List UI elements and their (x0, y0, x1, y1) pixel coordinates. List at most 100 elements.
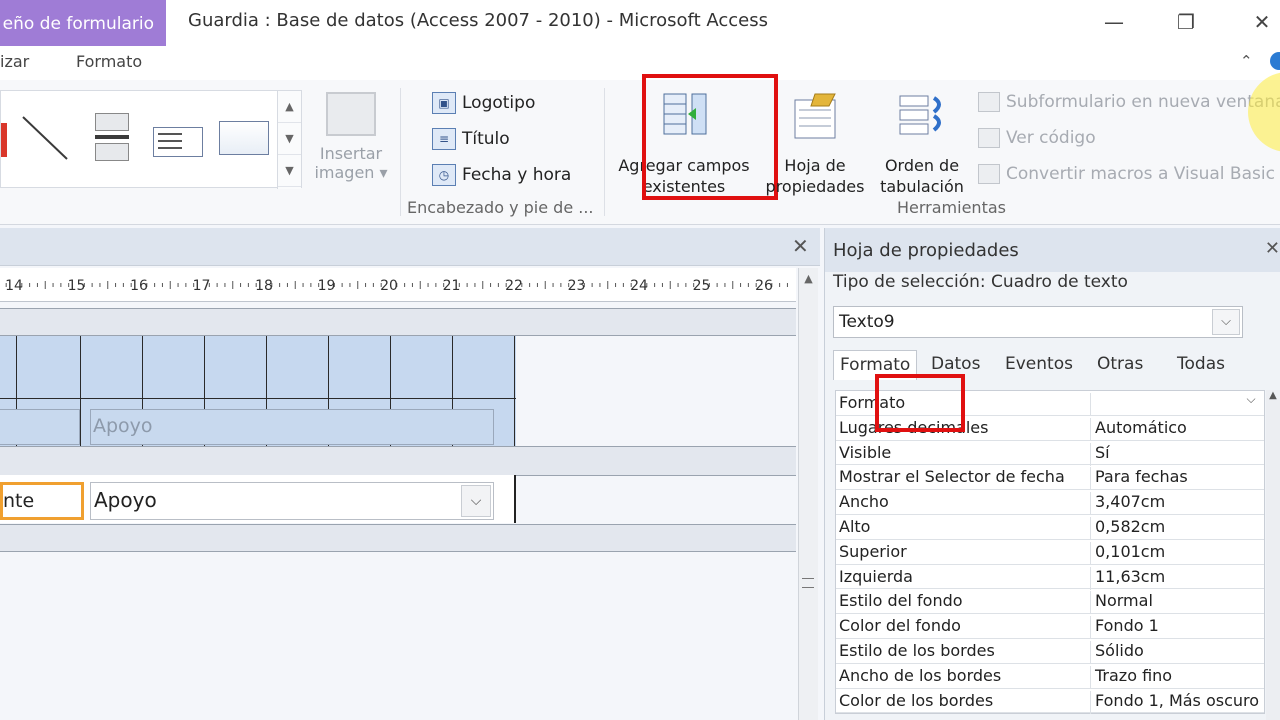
tab-order-button[interactable]: Orden de tabulación (874, 90, 970, 197)
prop-value[interactable]: Sí (1090, 442, 1266, 466)
view-code-label: Ver código (1006, 128, 1096, 148)
title-bar: eño de formulario Guardia : Base de dato… (0, 0, 1280, 46)
prop-key: Izquierda (839, 566, 913, 586)
ribbon-tabs: izar Formato ⌃ (0, 46, 1280, 80)
close-designer-icon[interactable]: ✕ (792, 234, 809, 258)
prop-key: Estilo de los bordes (839, 640, 995, 660)
designer-vertical-scrollbar[interactable]: ▲ (798, 268, 818, 720)
ruler-label: 22 (505, 278, 523, 294)
grid-line (0, 398, 516, 399)
highlight-formato (875, 374, 965, 432)
object-selector[interactable]: Texto9 ⌵ (833, 306, 1243, 338)
minimize-icon[interactable]: — (1094, 8, 1134, 36)
prop-key: Ancho (839, 492, 889, 512)
convert-macros-label: Convertir macros a Visual Basic (1006, 164, 1275, 184)
property-sheet-scrollbar[interactable]: ▲ (1266, 390, 1280, 720)
ribbon-tab-organizar[interactable]: izar (0, 52, 29, 71)
convert-macros-icon (978, 164, 1000, 184)
prop-value[interactable]: 0,582cm (1090, 516, 1266, 540)
prop-key: Color del fondo (839, 616, 961, 636)
ribbon-tab-formato[interactable]: Formato (76, 52, 142, 71)
header-label-left[interactable] (0, 409, 80, 445)
horizontal-ruler: 14 15 16 17 18 19 20 21 22 23 24 25 26 (0, 268, 796, 302)
header-label-apoyo[interactable]: Apoyo (90, 409, 494, 445)
insert-image-button[interactable]: Insertar imagen ▾ (312, 92, 390, 202)
prop-row-ancho[interactable]: Ancho 3,407cm (836, 490, 1266, 516)
control-shape-icon[interactable] (1, 123, 7, 157)
tab-todas[interactable]: Todas (1177, 350, 1225, 380)
line-control-icon[interactable] (19, 113, 73, 163)
prop-row-estilo-fondo[interactable]: Estilo del fondo Normal (836, 589, 1266, 615)
prop-key: Color de los bordes (839, 690, 994, 710)
tab-order-label-1: Orden de (884, 156, 960, 175)
view-code-icon (978, 128, 1000, 148)
prop-value[interactable]: Trazo fino (1090, 665, 1266, 689)
gallery-up-icon[interactable]: ▲ (278, 91, 301, 123)
prop-row-ancho-bordes[interactable]: Ancho de los bordes Trazo fino (836, 664, 1264, 689)
prop-row-selector-fecha[interactable]: Mostrar el Selector de fecha Para fechas (836, 465, 1266, 491)
prop-row-color-fondo[interactable]: Color del fondo Fondo 1 (836, 614, 1266, 640)
close-icon[interactable]: ✕ (1242, 8, 1280, 36)
tab-otras[interactable]: Otras (1097, 350, 1143, 380)
prop-value[interactable]: Fondo 1 (1090, 616, 1266, 640)
detail-section-bar[interactable] (0, 446, 796, 476)
logo-icon: ▣ (432, 92, 456, 114)
prop-row-color-bordes[interactable]: Color de los bordes Fondo 1, Más oscuro (836, 689, 1264, 714)
designer-tab-strip: ✕ (0, 228, 820, 266)
chevron-down-icon[interactable]: ⌵ (461, 485, 491, 517)
context-tab-form-design[interactable]: eño de formulario (0, 0, 166, 46)
prop-row-visible[interactable]: Visible Sí (836, 441, 1264, 466)
property-sheet-label-2: propiedades (765, 177, 865, 196)
tab-order-label-2: tabulación (880, 177, 964, 196)
prop-value[interactable]: Normal (1090, 591, 1266, 615)
list-box-control-icon[interactable] (153, 127, 203, 157)
close-property-sheet-icon[interactable]: ✕ (1265, 238, 1280, 259)
scroll-up-icon[interactable]: ▲ (1266, 390, 1280, 401)
title-label: Título (462, 129, 510, 149)
date-time-button[interactable]: ◷ Fecha y hora (432, 164, 571, 186)
ruler-label: 15 (68, 278, 86, 294)
prop-value[interactable]: 0,101cm (1090, 541, 1266, 565)
chevron-down-icon[interactable]: ⌵ (1240, 392, 1262, 413)
date-time-label: Fecha y hora (462, 165, 572, 185)
ruler-label: 19 (318, 278, 336, 294)
form-header-section-bar[interactable] (0, 308, 796, 336)
prop-value[interactable]: Sólido (1090, 640, 1266, 664)
restore-icon[interactable]: ❐ (1166, 8, 1206, 36)
prop-key: Mostrar el Selector de fecha (839, 467, 1065, 487)
scroll-up-icon[interactable]: ▲ (799, 272, 818, 285)
prop-value[interactable]: 11,63cm (1090, 566, 1266, 590)
scroll-grip-icon[interactable] (802, 578, 814, 588)
date-time-icon: ◷ (432, 164, 456, 186)
title-button[interactable]: ≡ Título (432, 128, 510, 150)
view-code-button[interactable]: Ver código (978, 128, 1096, 148)
prop-row-izquierda[interactable]: Izquierda 11,63cm (836, 565, 1264, 590)
rectangle-control-icon[interactable] (219, 121, 269, 155)
prop-row-superior[interactable]: Superior 0,101cm (836, 540, 1264, 565)
prop-value[interactable]: Fondo 1, Más oscuro (1090, 690, 1266, 714)
gallery-more-icon[interactable]: ▼ (278, 155, 301, 187)
property-sheet-icon (794, 93, 836, 139)
insert-image-label-2: imagen ▾ (314, 163, 388, 182)
gallery-scroll[interactable]: ▲ ▼ ▼ (277, 91, 301, 189)
window-title: Guardia : Base de datos (Access 2007 - 2… (188, 10, 768, 31)
apoyo-combo-box[interactable]: Apoyo ⌵ (90, 482, 494, 520)
convert-macros-button[interactable]: Convertir macros a Visual Basic (978, 164, 1275, 184)
help-icon[interactable] (1270, 52, 1280, 70)
prop-row-estilo-bordes[interactable]: Estilo de los bordes Sólido (836, 639, 1264, 664)
prop-value[interactable]: 3,407cm (1090, 492, 1266, 516)
page-break-control-icon[interactable] (95, 113, 129, 161)
chevron-down-icon[interactable]: ⌵ (1212, 309, 1240, 335)
prop-value[interactable]: Para fechas (1090, 467, 1266, 491)
selected-textbox[interactable]: nte (0, 482, 84, 520)
prop-key: Estilo del fondo (839, 591, 963, 611)
subform-new-window-button[interactable]: Subformulario en nueva ventana (978, 92, 1280, 112)
form-footer-section-bar[interactable] (0, 524, 796, 552)
prop-row-alto[interactable]: Alto 0,582cm (836, 515, 1264, 540)
tab-eventos[interactable]: Eventos (1005, 350, 1073, 380)
property-sheet-button[interactable]: Hoja de propiedades (760, 90, 870, 197)
gallery-down-icon[interactable]: ▼ (278, 123, 301, 155)
collapse-ribbon-icon[interactable]: ⌃ (1240, 52, 1253, 70)
logo-button[interactable]: ▣ Logotipo (432, 92, 535, 114)
prop-value[interactable]: Automático (1090, 417, 1266, 441)
